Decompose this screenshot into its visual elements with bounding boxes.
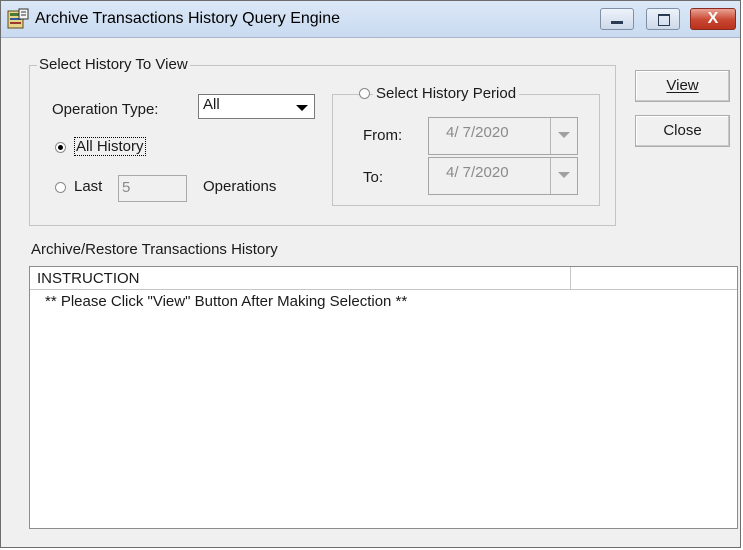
column-header-empty[interactable] <box>571 267 737 289</box>
view-button[interactable]: View <box>635 70 730 102</box>
history-period-label[interactable]: Select History Period <box>373 85 520 102</box>
window-title: Archive Transactions History Query Engin… <box>35 10 341 27</box>
operation-type-label: Operation Type: <box>52 101 159 118</box>
from-date-dropdown[interactable] <box>550 118 577 154</box>
chevron-down-icon <box>296 105 308 111</box>
from-date-value: 4/ 7/2020 <box>446 124 509 141</box>
chevron-down-icon <box>558 132 570 138</box>
all-history-label[interactable]: All History <box>74 137 146 156</box>
maximize-icon <box>658 14 670 26</box>
to-date-picker[interactable]: 4/ 7/2020 <box>428 157 578 195</box>
column-header-instruction[interactable]: INSTRUCTION <box>30 267 571 289</box>
operation-type-select[interactable]: All <box>198 94 315 119</box>
from-date-picker[interactable]: 4/ 7/2020 <box>428 117 578 155</box>
history-list[interactable]: INSTRUCTION ** Please Click "View" Butto… <box>29 266 738 529</box>
last-label[interactable]: Last <box>74 178 102 195</box>
last-operations-radio[interactable] <box>55 182 66 193</box>
close-window-button[interactable]: X <box>690 8 736 30</box>
title-bar[interactable]: Archive Transactions History Query Engin… <box>1 1 740 38</box>
history-section-label: Archive/Restore Transactions History <box>31 241 278 258</box>
to-date-value: 4/ 7/2020 <box>446 164 509 181</box>
to-label: To: <box>363 169 384 186</box>
close-button-label: Close <box>663 122 702 139</box>
to-date-dropdown[interactable] <box>550 158 577 194</box>
history-list-header: INSTRUCTION <box>30 267 737 290</box>
list-item[interactable]: ** Please Click "View" Button After Maki… <box>45 293 407 310</box>
chevron-down-icon <box>558 172 570 178</box>
all-history-radio[interactable] <box>55 142 66 153</box>
select-history-group-title: Select History To View <box>37 56 190 73</box>
operations-label: Operations <box>203 178 277 195</box>
minimize-button[interactable] <box>600 8 634 30</box>
history-period-radio[interactable] <box>359 88 370 99</box>
operation-type-value: All <box>203 96 220 113</box>
main-window: Archive Transactions History Query Engin… <box>0 0 741 548</box>
archive-app-icon <box>7 8 29 29</box>
view-button-label: View <box>666 77 699 94</box>
minimize-icon <box>611 21 623 24</box>
last-count-input[interactable]: 5 <box>118 175 187 202</box>
from-label: From: <box>363 127 403 144</box>
maximize-button[interactable] <box>646 8 680 30</box>
close-button[interactable]: Close <box>635 115 730 147</box>
close-icon: X <box>707 10 719 27</box>
